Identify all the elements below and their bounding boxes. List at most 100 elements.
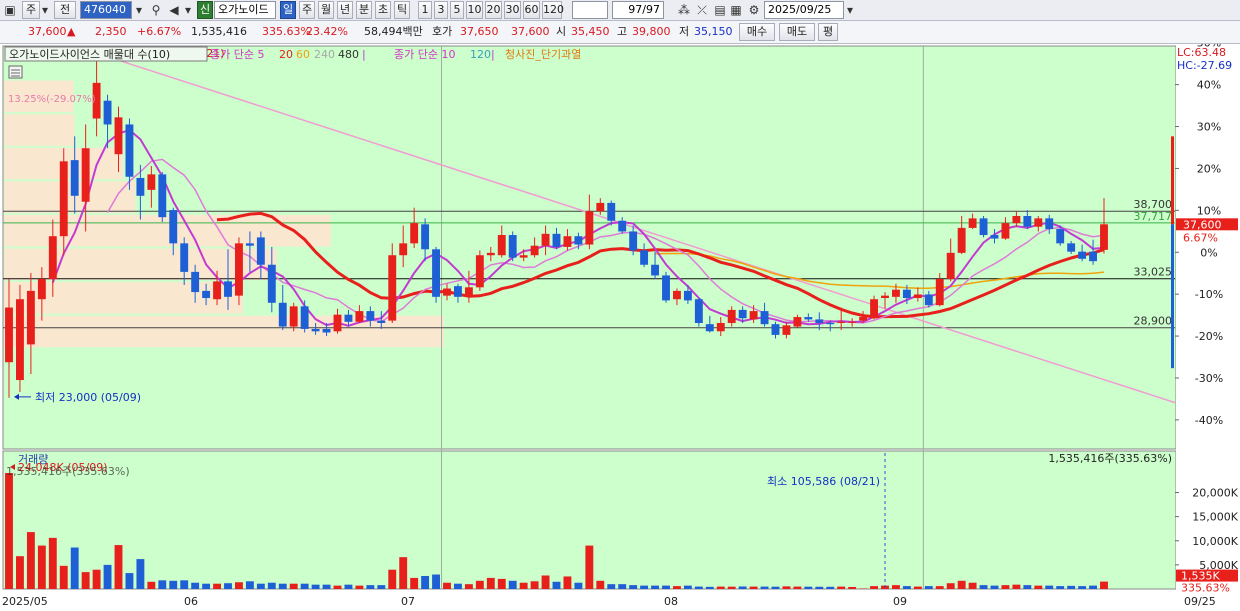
volume-bar	[848, 586, 857, 589]
candle-body	[727, 309, 736, 323]
candle-body	[59, 161, 68, 237]
volume-bar	[924, 586, 933, 589]
candle-body	[48, 236, 57, 280]
candle-type-icon[interactable]: ⁂	[676, 2, 692, 18]
volume-bar	[716, 586, 725, 589]
volume-bar	[870, 586, 878, 589]
interval-step-3[interactable]: 3	[434, 1, 448, 19]
candle-body	[673, 290, 681, 300]
cross-tool-icon[interactable]: ⤫	[694, 2, 710, 18]
tab-period-3[interactable]: 년	[337, 1, 353, 19]
candle-body	[213, 281, 221, 300]
y-tick-label: -40%	[1195, 414, 1223, 427]
current-pct-label: 6.67%	[1183, 231, 1218, 244]
candle-body	[629, 231, 638, 251]
volume-bar	[749, 586, 758, 589]
gear-icon[interactable]: ⚙	[746, 2, 762, 18]
window-icon[interactable]: ▣	[2, 2, 18, 18]
save-icon[interactable]: ▦	[728, 2, 744, 18]
volume-bar	[1045, 585, 1054, 589]
chevron-down-icon[interactable]: ▾	[844, 2, 856, 18]
interval-step-10[interactable]: 10	[466, 1, 483, 19]
candle-body	[475, 255, 484, 288]
interval-step-30[interactable]: 30	[504, 1, 521, 19]
volume-bar	[1023, 585, 1032, 589]
candle-body	[311, 328, 320, 332]
candle-body	[1100, 224, 1108, 250]
interval-step-5[interactable]: 5	[450, 1, 464, 19]
volume-bar	[158, 580, 167, 589]
candle-body	[563, 236, 572, 247]
tab-period-6[interactable]: 틱	[394, 1, 410, 19]
chevron-down-icon[interactable]: ▾	[132, 2, 146, 18]
candle-body	[278, 302, 287, 327]
stock-chart[interactable]: 38,70037,71733,02528,900 50%40%30%20%10%…	[0, 44, 1240, 611]
average-button[interactable]: 평	[818, 23, 838, 41]
speaker-icon[interactable]: ◀	[166, 2, 182, 18]
interval-step-1[interactable]: 1	[418, 1, 432, 19]
candle-body	[957, 227, 966, 253]
volume-bar	[508, 580, 517, 589]
data-count-field[interactable]: 97/97	[612, 1, 664, 19]
interval-step-20[interactable]: 20	[485, 1, 502, 19]
interval-step-60[interactable]: 60	[523, 1, 540, 19]
interval-step-120[interactable]: 120	[542, 1, 564, 19]
legend-ma1-p0: 20	[279, 48, 293, 61]
candle-body	[1056, 229, 1065, 244]
volume-bar	[26, 532, 35, 589]
stock-code-input[interactable]: 476040	[80, 1, 132, 19]
tab-period-5[interactable]: 초	[375, 1, 391, 19]
lc-label: LC:63.48	[1177, 46, 1226, 59]
tab-period-1[interactable]: 주	[299, 1, 315, 19]
stock-name-field[interactable]: 오가노이드	[214, 1, 276, 19]
candle-body	[749, 311, 758, 320]
layout-icon[interactable]: ▤	[712, 2, 728, 18]
candle-body	[497, 235, 506, 256]
y-tick-label: 10%	[1197, 204, 1221, 217]
volume-bar	[727, 586, 736, 589]
candle-body	[607, 202, 616, 221]
volume-bar	[760, 586, 769, 589]
volume-bar	[673, 586, 681, 589]
volume-bar	[355, 585, 364, 589]
volume-bar	[1001, 585, 1010, 589]
prev-button[interactable]: 전	[54, 1, 76, 19]
volume-tick-label: 20,000K	[1192, 487, 1238, 500]
period-selector-button[interactable]: 주	[22, 1, 40, 19]
date-field[interactable]: 2025/09/25	[764, 1, 844, 19]
candle-body	[224, 281, 232, 297]
candle-body	[837, 321, 846, 323]
volume-bar	[70, 547, 79, 589]
tab-period-4[interactable]: 분	[356, 1, 372, 19]
volume-bar	[180, 580, 189, 589]
candle-body	[1067, 243, 1076, 252]
tab-period-2[interactable]: 월	[318, 1, 334, 19]
volume-bar	[651, 585, 659, 589]
volume-bar	[913, 586, 922, 589]
high-label: 고	[617, 25, 628, 38]
turnover-rate: 23.42%	[306, 25, 348, 38]
volume-bar	[935, 586, 944, 589]
volume-bar	[640, 585, 649, 589]
volume-bar	[618, 584, 627, 589]
volume-bar	[859, 588, 868, 589]
volume-bar	[968, 582, 977, 589]
high-price: 39,800	[632, 25, 671, 38]
volume-bar	[103, 564, 112, 589]
candle-body	[289, 306, 298, 327]
chevron-down-icon[interactable]: ▾	[182, 2, 194, 18]
tab-period-0[interactable]: 일	[280, 1, 296, 19]
sell-button[interactable]: 매도	[779, 23, 815, 41]
hoga-bid: 37,650	[460, 25, 499, 38]
search-icon[interactable]: ⚲	[148, 2, 164, 18]
candle-body	[848, 321, 857, 323]
volume-bar	[311, 584, 320, 589]
candle-body	[771, 324, 780, 335]
interval-input[interactable]	[572, 1, 608, 19]
volume-bar	[705, 586, 714, 589]
candle-body	[541, 233, 550, 246]
chevron-down-icon[interactable]: ▾	[40, 2, 50, 18]
volume-bar	[245, 581, 254, 589]
volume-bar	[322, 584, 331, 589]
buy-button[interactable]: 매수	[739, 23, 775, 41]
